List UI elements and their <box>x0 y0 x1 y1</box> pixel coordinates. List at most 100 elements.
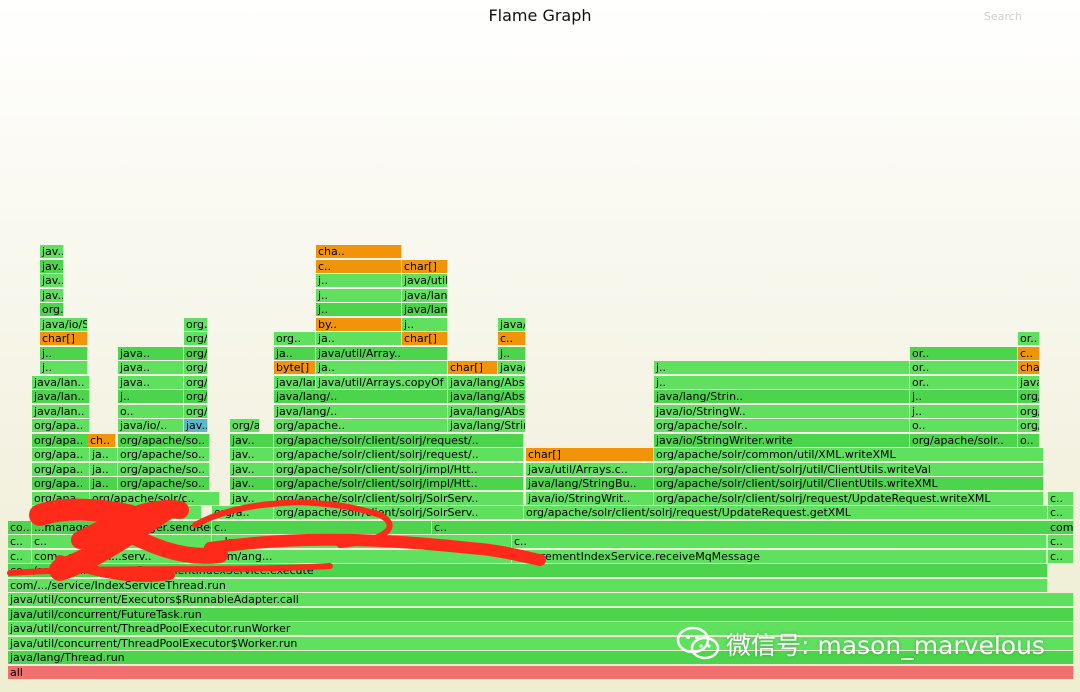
flame-frame[interactable]: java/lang/A.. <box>402 303 448 316</box>
flame-frame[interactable]: c.. <box>512 535 1047 548</box>
flame-frame[interactable]: java/io/StringW.. <box>654 404 910 418</box>
flame-frame[interactable]: org.. <box>40 303 64 316</box>
flame-frame[interactable]: ...mana <box>32 506 202 519</box>
flame-frame[interactable]: java/io/Str.. <box>40 317 88 331</box>
flame-frame[interactable]: org/apache/solr/client/solrj/impl/Htt.. <box>274 462 524 476</box>
flame-frame[interactable]: org/apache/solr/c.. <box>90 491 220 505</box>
flame-frame[interactable]: j.. <box>316 288 402 302</box>
flame-frame[interactable]: org.. <box>184 317 208 331</box>
flame-frame[interactable]: org/apache/so.. <box>118 462 210 476</box>
flame-frame[interactable]: org/apache/solr/client/solrj/SolrServ.. <box>274 491 524 505</box>
flame-frame[interactable]: all <box>8 665 1074 679</box>
flame-frame[interactable]: jav.. <box>184 419 208 432</box>
flame-frame[interactable]: java/util/concurrent/FutureTask.run <box>8 607 1074 621</box>
flame-frame[interactable]: java/lang/S.. <box>498 317 526 331</box>
flame-frame[interactable]: java/lan.. <box>32 390 90 403</box>
flame-frame[interactable]: java/lang/Abstr.. <box>448 375 526 389</box>
flame-frame[interactable]: org/apa.. <box>32 491 90 505</box>
flame-frame[interactable]: java/lang/.. <box>274 375 316 389</box>
flame-frame[interactable]: org/apa.. <box>32 477 90 490</box>
flame-frame[interactable]: com/.../service/IndexServiceThread.run <box>8 578 1048 592</box>
flame-frame[interactable]: c.. <box>432 520 1052 534</box>
flame-frame[interactable]: ...IncrementIndexService.receiveMqMessag… <box>512 549 1047 563</box>
flame-frame[interactable]: org/a.. <box>212 506 274 519</box>
flame-frame[interactable]: or.. <box>1018 332 1040 345</box>
flame-frame[interactable]: o.. <box>1018 433 1040 447</box>
flame-frame[interactable]: byte[] <box>274 361 316 374</box>
flame-frame[interactable]: org/apache/solr/client/so.. <box>184 390 208 403</box>
flame-frame[interactable]: java/util/Arrays.copyOf <box>316 375 448 389</box>
flame-frame[interactable]: com/ang... <box>212 549 512 563</box>
flame-frame[interactable]: org/apache/solr/client/so.. <box>230 419 260 432</box>
flame-frame[interactable]: java/io/StringWrit.. <box>526 491 654 505</box>
flame-frame[interactable]: c.. <box>8 535 32 548</box>
flame-frame[interactable]: by.. <box>316 317 402 331</box>
flame-frame[interactable]: org/apache/solr/client/solrj/impl/Htt.. <box>274 477 524 490</box>
flame-frame[interactable]: java/lang/StringBuffer.append <box>448 419 526 432</box>
flame-frame[interactable]: c.. <box>1048 535 1074 548</box>
flame-frame[interactable]: c.. <box>212 520 432 534</box>
flame-frame[interactable]: j.. <box>40 346 88 360</box>
flame-frame[interactable]: o.. <box>118 404 184 418</box>
flame-frame[interactable]: or.. <box>910 361 1018 374</box>
flame-frame[interactable]: com... <box>1048 520 1074 534</box>
flame-frame[interactable]: java/lang/AbstractStringBuilder.append <box>448 404 526 418</box>
flame-frame[interactable]: org/apache/solr/common/util/XML.writeXML <box>654 448 1044 461</box>
flame-frame[interactable]: org/apa.. <box>32 448 90 461</box>
flame-frame[interactable]: char[] <box>526 448 654 461</box>
flame-frame[interactable]: org/apache/solr/client/solrj/util/Client… <box>654 477 1044 490</box>
flame-frame[interactable]: cha.. <box>316 245 402 258</box>
flame-frame[interactable]: jav.. <box>40 274 64 287</box>
flame-frame[interactable]: ...manager/SolrManager.sendRequestToSolr <box>32 520 212 534</box>
flame-frame[interactable]: org/apache/solr/client/solrj/request/Upd… <box>654 491 1044 505</box>
flame-frame[interactable]: org/apache/solr.. <box>910 433 1018 447</box>
flame-frame[interactable]: org/apache/solr/client/solrj/SolrServ.. <box>274 506 524 519</box>
flame-frame[interactable]: java/util/Arrays.c.. <box>526 462 654 476</box>
flame-frame[interactable]: org/apache/solr/client/solrj/request/.. <box>274 433 524 447</box>
flame-frame[interactable]: java/io/StringWriter.write <box>654 433 910 447</box>
flame-frame[interactable]: ja.. <box>90 477 118 490</box>
flame-frame[interactable]: org/apache.. <box>274 419 448 432</box>
flame-frame[interactable]: char[] <box>40 332 88 345</box>
flame-frame[interactable]: org/apache/solr/cl.. <box>184 361 208 374</box>
flame-frame[interactable]: j.. <box>654 375 910 389</box>
flame-frame[interactable]: java/util/Array.. <box>316 346 448 360</box>
flame-frame[interactable]: org/apache/so.. <box>118 477 210 490</box>
flame-frame[interactable]: ch.. <box>88 433 116 447</box>
flame-frame[interactable]: org/apache/solr/client/so.. <box>184 404 208 418</box>
flame-frame[interactable]: jav.. <box>230 491 274 505</box>
flame-frame[interactable]: j.. <box>402 317 448 331</box>
flame-frame[interactable]: java/lang/Abstr.. <box>498 361 526 374</box>
flame-frame[interactable]: c.. <box>498 332 526 345</box>
flame-frame[interactable]: ja.. <box>316 332 402 345</box>
flame-frame[interactable]: j.. <box>118 390 184 403</box>
flame-frame[interactable]: char[] <box>1018 361 1040 374</box>
flame-frame[interactable]: co... <box>8 520 32 534</box>
flame-frame[interactable]: org/apache/solr.. <box>654 419 910 432</box>
flame-frame[interactable]: java/lang/AbstractStringBuilder.ensure.. <box>448 390 526 403</box>
flame-frame[interactable]: java/lang/.. <box>274 404 448 418</box>
flame-frame[interactable]: org/apache/solr/client/solrj/request/.. <box>274 448 524 461</box>
flame-frame[interactable]: char[] <box>402 259 448 273</box>
flame-frame[interactable]: char[] <box>448 361 498 374</box>
flame-frame[interactable]: java/lang/StringBu.. <box>526 477 654 490</box>
flame-frame[interactable]: j.. <box>910 390 1018 403</box>
flame-frame[interactable]: java/io/.. <box>118 419 184 432</box>
flame-frame[interactable]: jav.. <box>230 448 274 461</box>
flame-frame[interactable]: java/util/A.. <box>402 274 448 287</box>
flame-frame[interactable]: org/apache/solr/co.. <box>184 332 208 345</box>
flame-frame[interactable]: java.. <box>118 375 184 389</box>
flame-frame[interactable]: org/apache/solr/client/solrj/request/Upd… <box>524 506 1048 519</box>
flame-frame[interactable]: o.. <box>910 419 1018 432</box>
flame-frame[interactable]: org.. <box>274 332 316 345</box>
flame-frame[interactable]: jav.. <box>230 462 274 476</box>
flame-frame[interactable]: org/.. <box>1018 419 1040 432</box>
flame-frame[interactable]: org/apache/so.. <box>118 433 210 447</box>
flame-frame[interactable]: j.. <box>316 274 402 287</box>
flame-frame[interactable]: java/lang/A.. <box>402 288 448 302</box>
flame-frame[interactable]: c.. <box>8 549 32 563</box>
flame-frame[interactable]: c.. <box>316 259 402 273</box>
flame-frame[interactable]: org/apache/solr/cl.. <box>184 346 208 360</box>
flame-frame[interactable]: or.. <box>910 346 1018 360</box>
flame-frame[interactable]: java.. <box>118 361 184 374</box>
